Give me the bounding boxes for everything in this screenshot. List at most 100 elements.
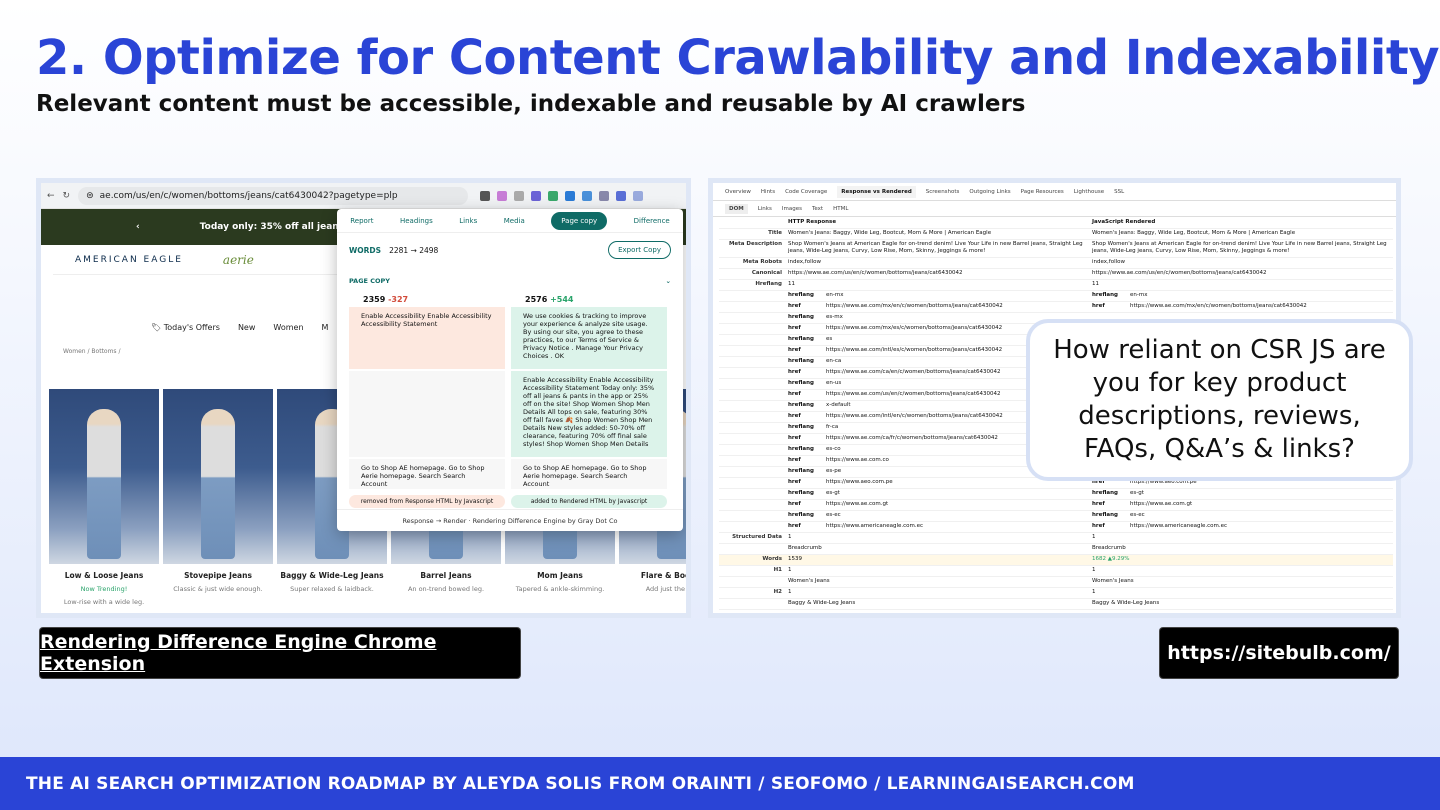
sitebulb-tab[interactable]: Response vs Rendered [837,185,916,198]
aerie-logo[interactable]: aerie [223,253,254,267]
tab-difference[interactable]: Difference [634,217,670,225]
sitebulb-subtab[interactable]: Images [782,206,802,212]
export-copy-button[interactable]: Export Copy [608,241,671,259]
extension-icon[interactable] [531,190,542,201]
row-key [719,433,785,445]
extension-icon[interactable] [633,190,644,201]
sitebulb-subtab[interactable]: DOM [725,203,748,214]
row-key [719,389,785,401]
rendered-value: href https://www.americaneagle.com.ec [1089,521,1393,533]
sitebulb-subtab[interactable]: Links [758,206,772,212]
attr-value: es-mx [826,314,843,320]
sitebulb-link-button[interactable]: https://sitebulb.com/ [1160,628,1398,678]
extension-icon[interactable] [599,190,610,201]
attr-value: https://www.ae.com/ca/fr/c/women/bottoms… [826,435,998,441]
product-card[interactable]: Flare & Bootcut Add just the right [619,569,691,609]
product-image[interactable] [163,389,273,564]
response-value: href https://www.americaneagle.com.ec [785,521,1089,533]
attr-value: https://www.americaneagle.com.ec [1130,523,1228,529]
extension-icon[interactable] [497,190,508,201]
col-js-rendered: JavaScript Rendered [1089,217,1393,229]
sitebulb-tab[interactable]: Outgoing Links [969,189,1010,195]
address-field[interactable]: ⊜ ae.com/us/en/c/women/bottoms/jeans/cat… [78,186,469,205]
breadcrumb: Women / Bottoms / [63,348,121,355]
product-card[interactable]: Baggy & Wide-Leg Jeans Super relaxed & la… [277,569,387,609]
attr-name: href [788,391,801,397]
sitebulb-tab[interactable]: Hints [761,189,775,195]
attr-name: hreflang [788,490,814,496]
row-key [719,488,785,500]
sitebulb-subtab[interactable]: HTML [833,206,848,212]
extension-icon[interactable] [514,190,525,201]
page-copy-header[interactable]: PAGE COPY ⌄ [337,267,683,285]
sitebulb-subtab[interactable]: Text [812,206,823,212]
sitebulb-tab[interactable]: SSL [1114,189,1124,195]
row-key [719,400,785,412]
extension-icon[interactable] [548,190,559,201]
product-name: Flare & Bootcut [640,571,691,580]
product-card[interactable]: Low & Loose Jeans Now Trending! Low-rise w… [49,569,159,609]
nav-item-new[interactable]: New [238,323,255,332]
tab-links[interactable]: Links [459,217,477,225]
attr-name: href [788,457,801,463]
attr-name: href [788,435,801,441]
attr-value: https://www.ae.com/mx/en/c/women/bottoms… [826,303,1003,309]
response-value: https://www.ae.com/us/en/c/women/bottoms… [785,268,1089,280]
attr-name: href [1092,501,1105,507]
chevron-left-icon[interactable]: ‹ [136,222,140,232]
slide-footer: THE AI SEARCH OPTIMIZATION ROADMAP BY AL… [0,757,1440,810]
attr-value: https://www.aeo.com.pe [826,479,893,485]
page-copy-label: PAGE COPY [349,277,391,285]
sitebulb-tab[interactable]: Page Resources [1021,189,1064,195]
attr-value: https://www.ae.com.co [826,457,889,463]
extension-icon[interactable] [582,190,593,201]
nav-item-men[interactable]: M [322,323,329,332]
table-row: href https://www.ae.com.gt href https://www… [719,499,1393,511]
tab-report[interactable]: Report [350,217,373,225]
american-eagle-logo[interactable]: AMERICAN EAGLE [75,255,183,265]
table-row: H1 1 1 [719,565,1393,577]
tab-media[interactable]: Media [504,217,525,225]
row-key [719,543,785,555]
nav-item-offers[interactable]: 🏷 Today's Offers [151,323,220,332]
extension-link-button[interactable]: Rendering Difference Engine Chrome Exten… [40,628,520,678]
row-key [719,323,785,335]
sitebulb-tab[interactable]: Overview [725,189,751,195]
row-key [719,334,785,346]
tab-headings[interactable]: Headings [400,217,433,225]
attr-value: https://www.americaneagle.com.ec [826,523,924,529]
nav-item-women[interactable]: Women [273,323,303,332]
site-info-icon[interactable]: ⊜ [86,191,94,201]
nav-label: Today's Offers [163,323,220,332]
attr-name: href [788,303,801,309]
chevron-down-icon[interactable]: ⌄ [666,277,671,285]
sitebulb-tab[interactable]: Code Coverage [785,189,827,195]
reload-icon[interactable]: ↻ [63,191,71,201]
product-card[interactable]: Mom Jeans Tapered & ankle-skimming. [505,569,615,609]
row-key [719,378,785,390]
row-key: Words [719,554,785,566]
product-card[interactable]: Stovepipe Jeans Classic & just wide enoug… [163,569,273,609]
row-key [719,499,785,511]
product-desc: Add just the right [645,585,690,593]
product-labels: Low & Loose Jeans Now Trending! Low-rise w… [49,569,691,609]
tab-page-copy[interactable]: Page copy [551,211,608,230]
back-arrow-icon[interactable]: ← [47,191,55,201]
table-row: Meta Robots index,follow index,follow [719,257,1393,269]
attr-name: hreflang [788,512,814,518]
response-value: index,follow [785,257,1089,269]
rendered-value: Women's Jeans [1089,576,1393,588]
product-card[interactable]: Barrel Jeans An on-trend bowed leg. [391,569,501,609]
attr-value: en-us [826,380,842,386]
extension-icon[interactable] [565,190,576,201]
product-image[interactable] [49,389,159,564]
table-row: href https://www.americaneagle.com.ec href… [719,521,1393,533]
attr-value: fr-ca [826,424,839,430]
response-count: 2359 -327 [349,293,505,307]
extension-icon[interactable] [616,190,627,201]
extension-icon[interactable] [480,190,491,201]
sitebulb-tab[interactable]: Screenshots [926,189,960,195]
table-row: href https://www.ae.com/mx/en/c/women/bot… [719,301,1393,313]
row-key [719,466,785,478]
sitebulb-tab[interactable]: Lighthouse [1074,189,1104,195]
